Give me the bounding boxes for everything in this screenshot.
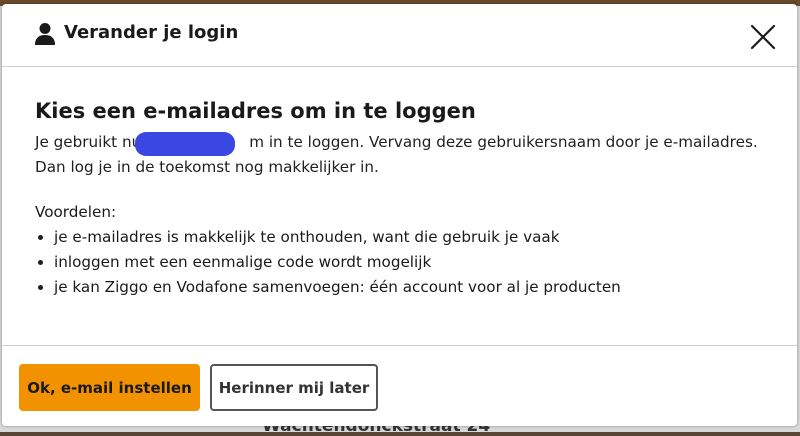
remind-later-button[interactable]: Herinner mij later (210, 364, 378, 411)
list-item: je e-mailadres is makkelijk te onthouden… (35, 225, 780, 250)
bullet-icon (38, 235, 43, 240)
list-item: je kan Ziggo en Vodafone samenvoegen: éé… (35, 275, 780, 300)
bullet-icon (38, 260, 43, 265)
redacted-username (135, 132, 235, 156)
bullet-icon (38, 285, 43, 290)
dialog-title: Kies een e-mailadres om in te loggen (35, 99, 476, 123)
dialog-content: Kies een e-mailadres om in te loggen Je … (35, 99, 780, 300)
list-item: inloggen met een eenmalige code wordt mo… (35, 250, 780, 275)
close-icon[interactable] (746, 20, 780, 54)
dialog-footer: Ok, e-mail instellen Herinner mij later (2, 345, 797, 427)
dialog-header-title: Verander je login (64, 22, 239, 43)
benefits-list: je e-mailadres is makkelijk te onthouden… (35, 225, 780, 300)
set-email-button[interactable]: Ok, e-mail instellen (19, 364, 200, 411)
dialog-header: Verander je login (2, 4, 797, 67)
intro-text-start: Je gebruikt nu (35, 133, 142, 151)
intro-text: Je gebruikt nu m in te loggen. Vervang de… (35, 130, 775, 180)
change-login-dialog: Verander je login Kies een e-mailadres o… (2, 4, 797, 426)
user-icon (35, 23, 55, 45)
benefits-label: Voordelen: (35, 203, 117, 221)
